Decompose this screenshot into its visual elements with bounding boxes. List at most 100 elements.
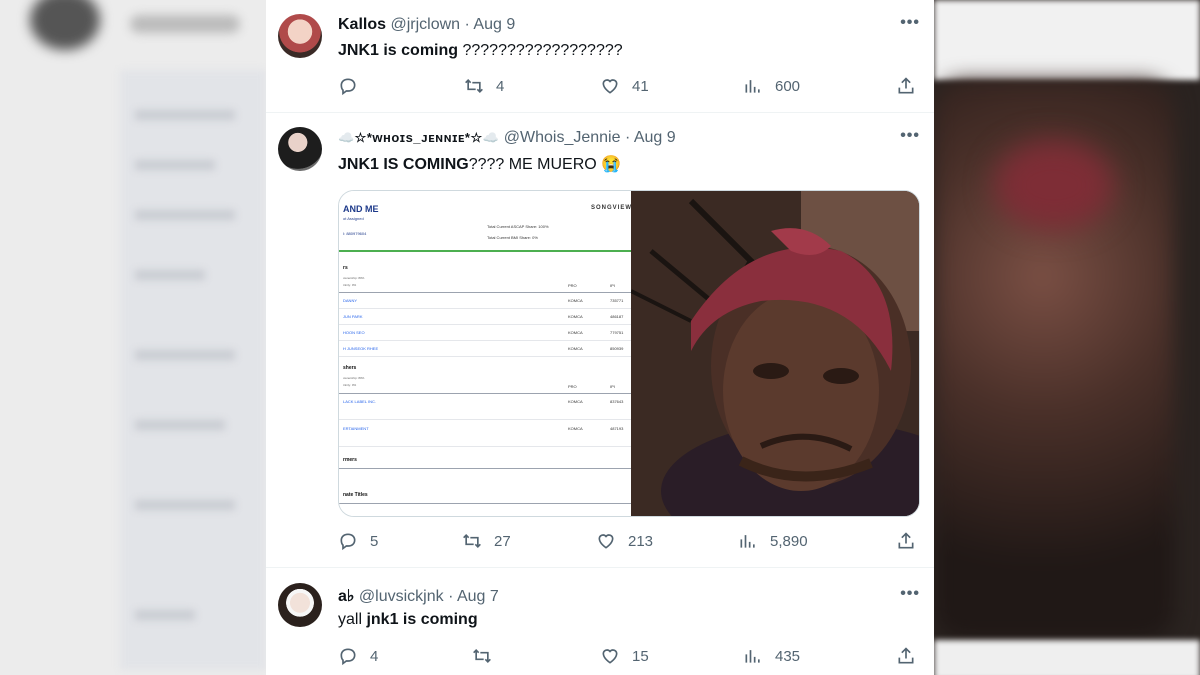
table-row: JUN PARK KOMCA 486187 — [339, 309, 631, 325]
share-button[interactable] — [896, 76, 928, 96]
tweet-text-bold: JNK1 IS COMING — [338, 156, 469, 173]
like-icon — [602, 649, 618, 664]
tweet-3[interactable]: a♭ @luvsickjnk · Aug 7 ••• yall jnk1 is … — [266, 568, 934, 675]
tweet-2[interactable]: ☁️☆*ᴡʜᴏɪs_ᴊᴇɴɴɪᴇ*☆☁️ @Whois_Jennie · Aug… — [266, 113, 934, 568]
tweet-date[interactable]: Aug 9 — [634, 129, 676, 146]
avatar[interactable] — [278, 583, 322, 627]
tweet-text: JNK1 is coming ?????????????????? — [338, 42, 623, 60]
avatar[interactable] — [278, 127, 322, 171]
retweet-button[interactable]: 27 — [462, 531, 511, 551]
writer-name: HOON SEO — [343, 330, 365, 335]
like-button[interactable]: 15 — [600, 646, 649, 666]
separator-dot: · — [464, 16, 470, 33]
share-icon — [898, 532, 914, 549]
like-button[interactable]: 213 — [596, 531, 653, 551]
tweet-actions: 5 27 213 5,890 — [338, 531, 918, 555]
tweet-text-rest: ?????????????????? — [458, 42, 623, 59]
blurred-background-left — [0, 0, 266, 675]
share-button[interactable] — [896, 531, 928, 551]
tweet-text-bold: jnk1 is coming — [366, 611, 478, 628]
blurred-background-right — [934, 0, 1200, 675]
crying-man-photo[interactable] — [630, 191, 919, 516]
handle[interactable]: @Whois_Jennie — [504, 129, 621, 146]
views-count: 5,890 — [770, 532, 808, 550]
like-count: 213 — [628, 532, 654, 550]
like-count: 41 — [632, 77, 649, 95]
publisher-ipi: 837643 — [610, 399, 624, 404]
display-name[interactable]: ☁️☆*ᴡʜᴏɪs_ᴊᴇɴɴɪᴇ*☆☁️ — [338, 130, 499, 145]
doc-subtitle: ot Assigned — [343, 216, 364, 221]
reply-button[interactable] — [338, 76, 370, 96]
retweet-icon — [463, 533, 481, 549]
share-icon — [898, 647, 914, 664]
doc-col-ipi: IPI — [610, 384, 615, 389]
writer-pro: KOMCA — [568, 346, 583, 351]
reply-icon — [340, 533, 356, 551]
avatar[interactable] — [278, 14, 322, 58]
writer-name: JUN PARK — [343, 314, 363, 319]
tweet-text: JNK1 IS COMING???? ME MUERO 😭 — [338, 154, 621, 174]
tweet-date[interactable]: Aug 9 — [473, 16, 515, 33]
doc-ascap-share: Total Current ASCAP Share: 100% — [487, 224, 549, 229]
writer-name: DANNY — [343, 298, 358, 303]
photo-illustration — [630, 191, 919, 516]
share-button[interactable] — [896, 646, 928, 666]
writer-ipi: 486187 — [610, 314, 624, 319]
doc-rule — [339, 503, 631, 504]
retweet-count: 27 — [494, 532, 511, 550]
handle[interactable]: @jrjclown — [390, 16, 460, 33]
views-icon — [740, 535, 755, 548]
retweet-icon — [465, 78, 483, 94]
doc-bmi-share: Total Current BMI Share: 0% — [487, 235, 538, 240]
tweet-text-bold: JNK1 is coming — [338, 42, 459, 59]
doc-section-publishers: shers — [343, 365, 357, 371]
writer-pro: KOMCA — [568, 330, 583, 335]
doc-col-pro: PRO — [568, 283, 577, 288]
retweet-icon — [473, 648, 491, 664]
tweet-media[interactable]: AND ME ot Assigned I: 880979604 SONGVIEW… — [338, 190, 920, 517]
views-button[interactable]: 435 — [743, 646, 800, 666]
share-icon — [898, 77, 914, 94]
writer-ipi: 735771 — [610, 298, 624, 303]
retweet-button[interactable]: 4 — [464, 76, 504, 96]
tweet-date[interactable]: Aug 7 — [457, 588, 499, 605]
doc-small-note: ownership: 80% — [343, 276, 365, 280]
table-row: H JUNSEOK RHEE KOMCA 850939 — [339, 341, 631, 357]
writer-name: H JUNSEOK RHEE — [343, 346, 379, 351]
publisher-name: ERTAINMENT — [343, 426, 369, 431]
more-icon[interactable]: ••• — [900, 14, 920, 32]
retweet-count: 4 — [496, 77, 505, 95]
views-icon — [745, 650, 760, 663]
doc-rule — [339, 468, 631, 469]
separator-dot: · — [448, 588, 454, 605]
writer-ipi: 850939 — [610, 346, 624, 351]
doc-small-note: trinity: 0% — [343, 383, 357, 387]
more-icon[interactable]: ••• — [900, 127, 920, 145]
reply-icon — [340, 78, 356, 96]
more-icon[interactable]: ••• — [900, 585, 920, 603]
reply-count: 4 — [370, 647, 379, 665]
views-button[interactable]: 5,890 — [738, 531, 808, 551]
tweet-text: yall jnk1 is coming — [338, 611, 478, 629]
tweet-text-plain: yall — [338, 611, 367, 628]
display-name[interactable]: a♭ — [338, 588, 354, 605]
handle[interactable]: @luvsickjnk — [359, 588, 444, 605]
publisher-pro: KOMCA — [568, 399, 583, 404]
publisher-name: LACK LABEL INC. — [343, 399, 376, 404]
reply-button[interactable]: 4 — [338, 646, 378, 666]
views-button[interactable]: 600 — [743, 76, 800, 96]
doc-small-note: trinity: 0% — [343, 283, 357, 287]
views-count: 435 — [775, 647, 801, 665]
doc-title: AND ME — [343, 204, 379, 214]
like-button[interactable]: 41 — [600, 76, 649, 96]
tweet-text-rest: ???? ME MUERO 😭 — [468, 156, 622, 173]
tweet-actions: 4 41 600 — [338, 76, 918, 100]
songview-document-image[interactable]: AND ME ot Assigned I: 880979604 SONGVIEW… — [339, 191, 631, 516]
reply-button[interactable]: 5 — [338, 531, 378, 551]
publisher-ipi: 487193 — [610, 426, 624, 431]
tweet-1[interactable]: Kallos @jrjclown · Aug 9 ••• JNK1 is com… — [266, 0, 934, 113]
retweet-button[interactable] — [472, 646, 504, 666]
reply-count: 5 — [370, 532, 379, 550]
publisher-pro: KOMCA — [568, 426, 583, 431]
display-name[interactable]: Kallos — [338, 16, 386, 33]
